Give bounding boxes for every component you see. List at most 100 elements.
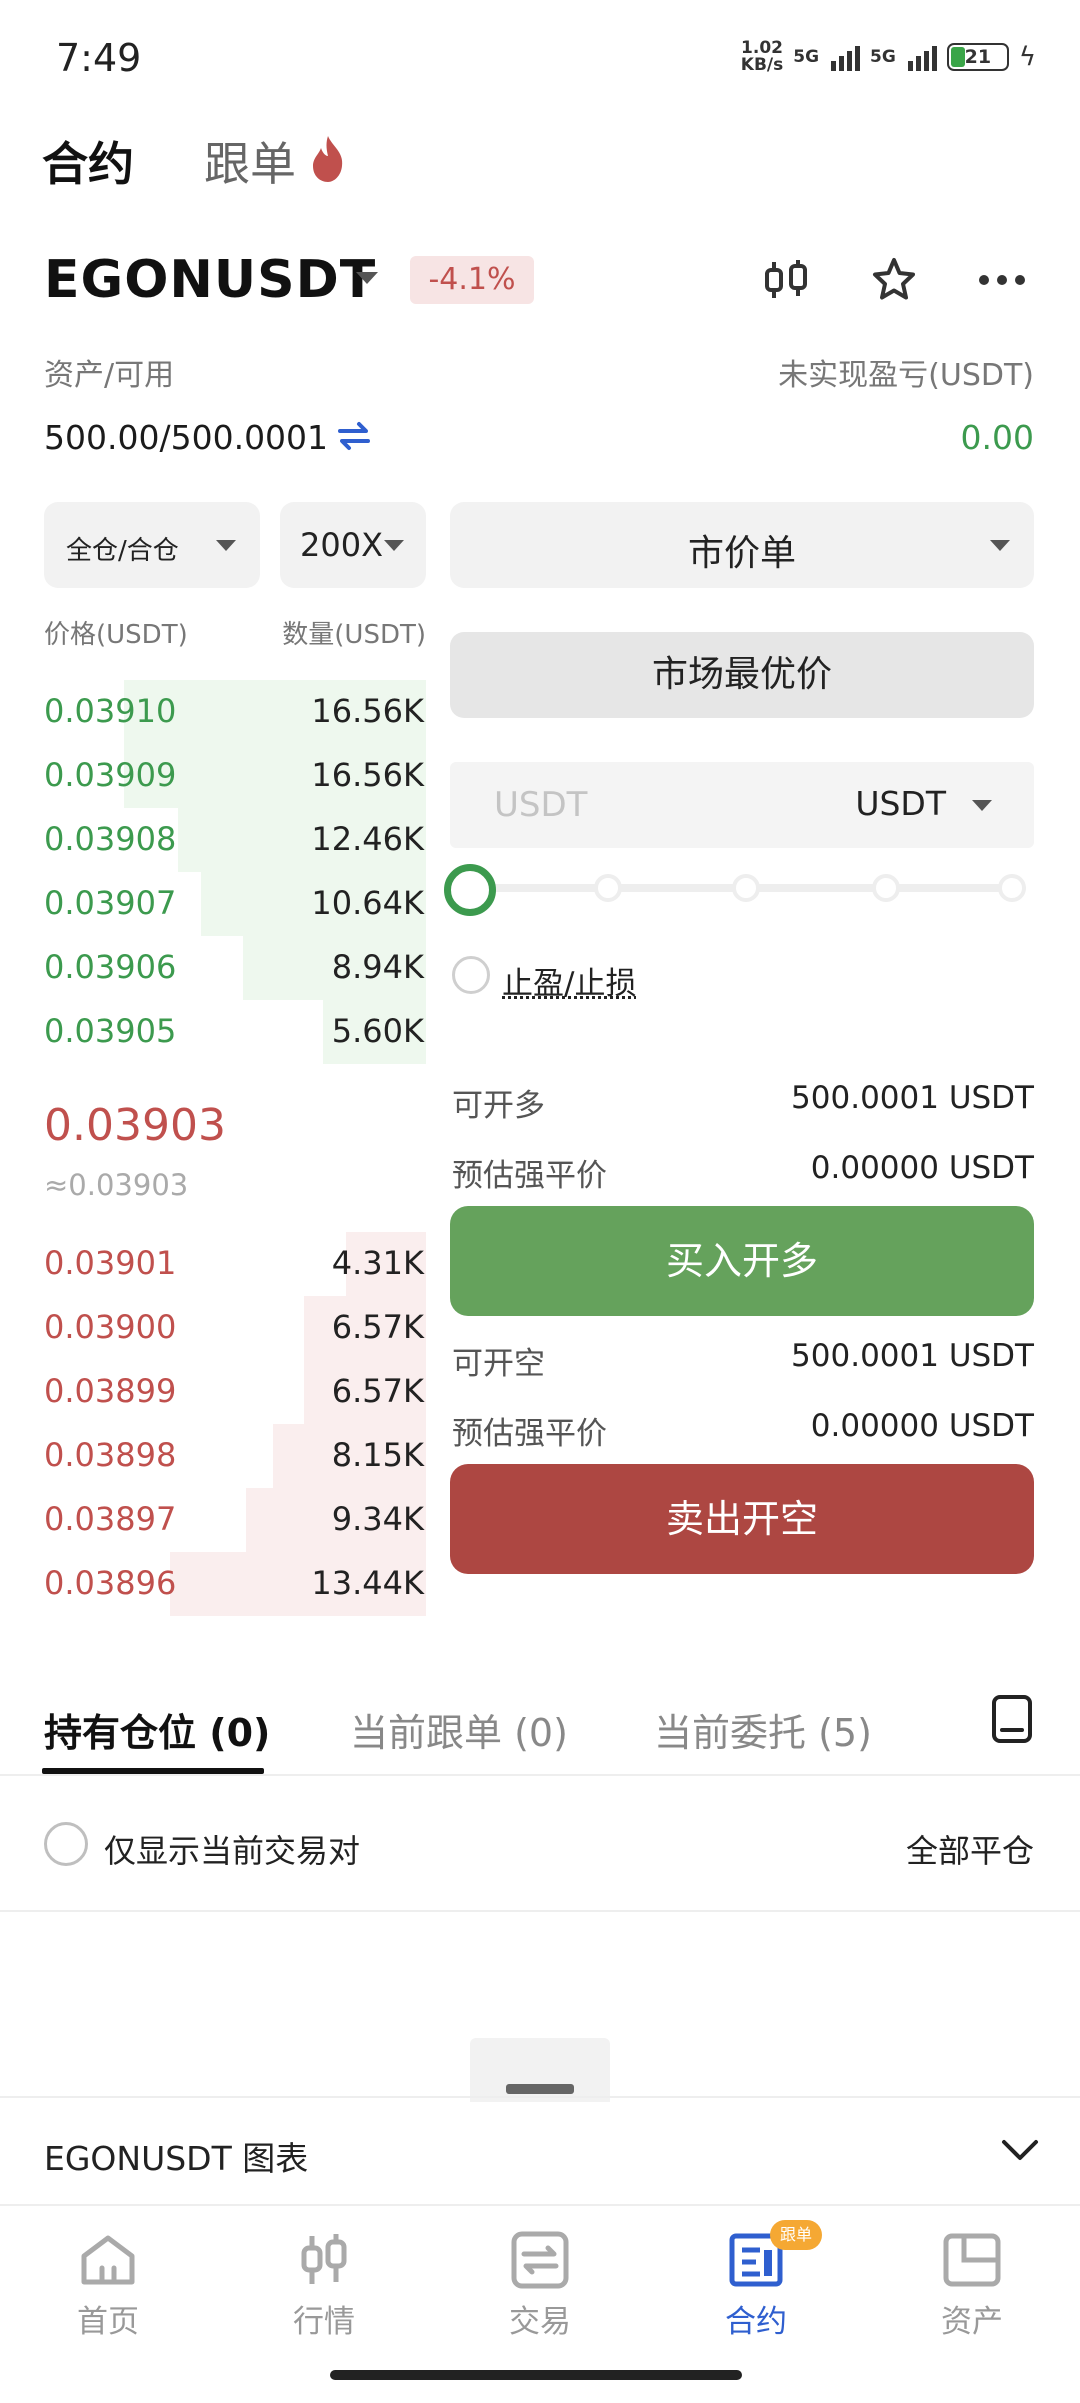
slider-step-50[interactable] bbox=[732, 874, 760, 902]
ask-row[interactable]: 0.03905 5.60K bbox=[44, 1000, 426, 1064]
signal-icon bbox=[831, 43, 861, 71]
fire-icon bbox=[313, 136, 343, 182]
tab-positions[interactable]: 持有仓位 (0) bbox=[44, 1702, 270, 1757]
liq-price-short-label: 预估强平价 bbox=[452, 1416, 607, 1452]
nav-assets[interactable]: 资产 bbox=[892, 2230, 1052, 2341]
price-header: 价格(USDT) bbox=[44, 620, 188, 650]
order-qty: 10.64K bbox=[311, 884, 424, 922]
tp-sl-checkbox[interactable] bbox=[452, 956, 490, 994]
nav-trade[interactable]: 交易 bbox=[460, 2230, 620, 2341]
slider-handle[interactable] bbox=[444, 864, 496, 916]
tab-copy-orders[interactable]: 当前跟单 (0) bbox=[350, 1702, 568, 1757]
symbol-name[interactable]: EGONUSDT bbox=[44, 250, 376, 310]
nav-trade-label: 交易 bbox=[509, 2304, 571, 2340]
buy-long-button[interactable]: 买入开多 bbox=[450, 1206, 1034, 1316]
more-icon[interactable] bbox=[974, 252, 1030, 308]
amount-input[interactable] bbox=[494, 780, 794, 830]
slider-step-25[interactable] bbox=[594, 874, 622, 902]
bid-row[interactable]: 0.03899 6.57K bbox=[44, 1360, 426, 1424]
can-long-label: 可开多 bbox=[452, 1088, 545, 1124]
ask-row[interactable]: 0.03909 16.56K bbox=[44, 744, 426, 808]
sim2-label: 5G bbox=[870, 47, 896, 67]
battery-icon: 21 bbox=[946, 43, 1009, 71]
only-current-pair-label[interactable]: 仅显示当前交易对 bbox=[104, 1826, 360, 1872]
qty-header: 数量(USDT) bbox=[282, 620, 426, 650]
order-price: 0.03906 bbox=[44, 948, 177, 986]
tab-open-orders[interactable]: 当前委托 (5) bbox=[654, 1702, 872, 1757]
wallet-icon bbox=[943, 2233, 1001, 2287]
divider bbox=[0, 1910, 1080, 1912]
order-qty: 6.57K bbox=[331, 1372, 424, 1410]
transfer-icon[interactable] bbox=[336, 420, 372, 452]
charging-icon: ϟ bbox=[1018, 42, 1036, 72]
can-short-label: 可开空 bbox=[452, 1346, 545, 1382]
ask-row[interactable]: 0.03907 10.64K bbox=[44, 872, 426, 936]
drag-handle-bar bbox=[506, 2084, 574, 2094]
order-qty: 8.94K bbox=[331, 948, 424, 986]
order-history-icon[interactable] bbox=[990, 1694, 1034, 1744]
order-price: 0.03896 bbox=[44, 1564, 177, 1602]
tp-sl-label[interactable]: 止盈/止损 bbox=[502, 958, 636, 1003]
last-price: 0.03903 bbox=[44, 1100, 226, 1151]
can-long-value: 500.0001 USDT bbox=[791, 1080, 1034, 1116]
best-price-button[interactable]: 市场最优价 bbox=[450, 632, 1034, 718]
order-type-select[interactable]: 市价单 bbox=[450, 502, 1034, 588]
close-all-button[interactable]: 全部平仓 bbox=[906, 1826, 1034, 1872]
star-icon[interactable] bbox=[866, 252, 922, 308]
order-price: 0.03908 bbox=[44, 820, 177, 858]
chevron-down-icon[interactable] bbox=[1000, 2136, 1040, 2166]
slider-step-75[interactable] bbox=[872, 874, 900, 902]
copy-trade-badge: 跟单 bbox=[770, 2220, 822, 2250]
order-price: 0.03901 bbox=[44, 1244, 177, 1282]
net-speed: 1.02 KB/s bbox=[741, 40, 783, 74]
leverage-select[interactable]: 200X bbox=[280, 502, 426, 588]
order-qty: 12.46K bbox=[311, 820, 424, 858]
status-icons: 1.02 KB/s 5G 5G 21 ϟ bbox=[741, 40, 1036, 74]
ask-row[interactable]: 0.03908 12.46K bbox=[44, 808, 426, 872]
bid-row[interactable]: 0.03896 13.44K bbox=[44, 1552, 426, 1616]
slider-step-100[interactable] bbox=[998, 874, 1026, 902]
bid-row[interactable]: 0.03897 9.34K bbox=[44, 1488, 426, 1552]
order-price: 0.03910 bbox=[44, 692, 177, 730]
chevron-down-icon[interactable] bbox=[972, 800, 992, 811]
chevron-down-icon bbox=[990, 540, 1010, 551]
can-short-value: 500.0001 USDT bbox=[791, 1338, 1034, 1374]
order-qty: 16.56K bbox=[311, 692, 424, 730]
order-price: 0.03900 bbox=[44, 1308, 177, 1346]
order-qty: 16.56K bbox=[311, 756, 424, 794]
order-qty: 5.60K bbox=[331, 1012, 424, 1050]
order-price: 0.03897 bbox=[44, 1500, 177, 1538]
tab-copy-trade[interactable]: 跟单 bbox=[204, 128, 296, 194]
sell-short-button[interactable]: 卖出开空 bbox=[450, 1464, 1034, 1574]
bid-row[interactable]: 0.03901 4.31K bbox=[44, 1232, 426, 1296]
order-type-label: 市价单 bbox=[687, 533, 796, 574]
bid-row[interactable]: 0.03898 8.15K bbox=[44, 1424, 426, 1488]
chart-panel-label[interactable]: EGONUSDT 图表 bbox=[44, 2132, 308, 2180]
symbol-dropdown-icon[interactable] bbox=[356, 272, 378, 284]
amount-field[interactable]: USDT bbox=[450, 762, 1034, 848]
tab-contract[interactable]: 合约 bbox=[42, 128, 134, 194]
nav-home[interactable]: 首页 bbox=[28, 2230, 188, 2341]
nav-market[interactable]: 行情 bbox=[244, 2230, 404, 2341]
ask-row[interactable]: 0.03906 8.94K bbox=[44, 936, 426, 1000]
divider bbox=[0, 1774, 1080, 1776]
liq-price-short-value: 0.00000 USDT bbox=[810, 1408, 1034, 1444]
nav-contract[interactable]: 跟单 合约 bbox=[676, 2220, 836, 2341]
nav-market-label: 行情 bbox=[293, 2304, 355, 2340]
amount-unit[interactable]: USDT bbox=[855, 784, 946, 823]
order-price: 0.03907 bbox=[44, 884, 177, 922]
bid-row[interactable]: 0.03900 6.57K bbox=[44, 1296, 426, 1360]
candlestick-icon[interactable] bbox=[758, 252, 814, 308]
margin-mode-select[interactable]: 全仓/合仓 bbox=[44, 502, 260, 588]
ask-row[interactable]: 0.03910 16.56K bbox=[44, 680, 426, 744]
order-qty: 13.44K bbox=[311, 1564, 424, 1602]
divider bbox=[0, 2096, 1080, 2098]
home-icon bbox=[81, 2235, 135, 2285]
order-price: 0.03905 bbox=[44, 1012, 177, 1050]
asset-label: 资产/可用 bbox=[44, 358, 175, 393]
only-current-pair-checkbox[interactable] bbox=[44, 1822, 88, 1866]
margin-mode-label: 全仓/合仓 bbox=[66, 536, 179, 566]
nav-contract-label: 合约 bbox=[725, 2304, 787, 2340]
last-price-approx: ≈0.03903 bbox=[44, 1168, 189, 1202]
leverage-label: 200X bbox=[300, 526, 383, 564]
